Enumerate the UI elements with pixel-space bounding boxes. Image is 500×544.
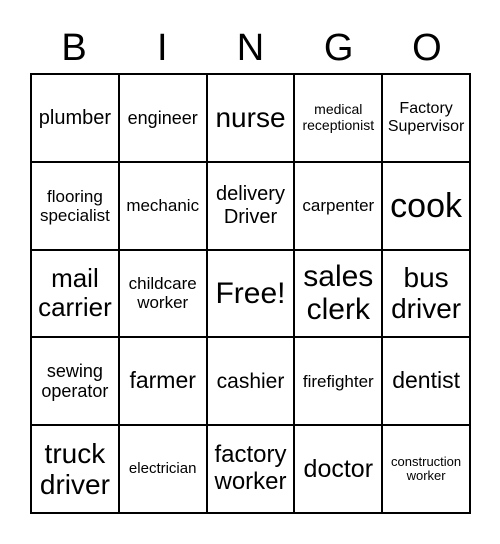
bingo-cell[interactable]: truck driver <box>31 425 119 513</box>
header-letter-n: N <box>236 27 265 69</box>
bingo-cell[interactable]: flooring specialist <box>31 161 119 250</box>
bingo-cell[interactable]: dentist <box>382 337 470 426</box>
bingo-cell[interactable]: firefighter <box>294 337 383 426</box>
bingo-cell[interactable]: Factory Supervisor <box>382 74 470 162</box>
bingo-cell[interactable]: mechanic <box>118 161 207 250</box>
bingo-cell[interactable]: nurse <box>206 74 295 162</box>
bingo-cell[interactable]: plumber <box>31 74 119 162</box>
bingo-cell[interactable]: childcare worker <box>118 249 207 338</box>
bingo-cell[interactable]: doctor <box>294 425 383 513</box>
bingo-cell[interactable]: farmer <box>118 337 207 426</box>
bingo-cell[interactable]: delivery Driver <box>206 161 295 250</box>
header-letter-i: I <box>157 27 168 69</box>
header-letter-b: B <box>61 27 87 69</box>
bingo-cell[interactable]: cashier <box>206 337 295 426</box>
bingo-header: B I N G O <box>30 26 471 70</box>
bingo-cell[interactable]: bus driver <box>382 249 470 338</box>
bingo-cell[interactable]: mail carrier <box>31 249 119 338</box>
bingo-cell[interactable]: engineer <box>118 74 207 162</box>
bingo-cell[interactable]: construction worker <box>382 425 470 513</box>
bingo-cell[interactable]: carpenter <box>294 161 383 250</box>
bingo-cell[interactable]: sales clerk <box>294 249 383 338</box>
bingo-cell[interactable]: factory worker <box>206 425 295 513</box>
bingo-cell[interactable]: electrician <box>118 425 207 513</box>
header-letter-g: G <box>323 27 354 69</box>
bingo-cell[interactable]: cook <box>382 161 470 250</box>
bingo-grid: plumber engineer nurse medical receptionist… <box>30 73 471 514</box>
bingo-cell[interactable]: Free! <box>206 249 295 338</box>
bingo-cell[interactable]: sewing operator <box>31 337 119 426</box>
header-letter-o: O <box>412 27 442 69</box>
bingo-cell[interactable]: medical receptionist <box>294 74 383 162</box>
